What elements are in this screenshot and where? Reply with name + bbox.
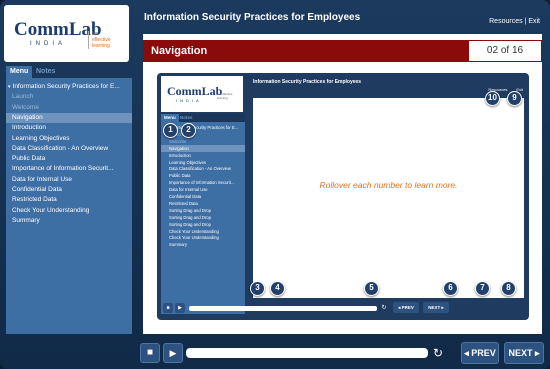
- inner-prev-button: ◂ PREV: [393, 302, 419, 313]
- tab-notes[interactable]: Notes: [32, 66, 59, 78]
- menu-item[interactable]: Introduction: [6, 123, 132, 133]
- prev-button[interactable]: ◂ PREV: [461, 342, 499, 364]
- sidebar-tabs: Menu Notes: [6, 66, 132, 78]
- inner-menu-item: Summary: [169, 242, 187, 248]
- speaker-icon[interactable]: ■: [140, 343, 160, 363]
- inner-progress-bar: [189, 306, 377, 311]
- tab-menu[interactable]: Menu: [6, 66, 33, 78]
- rollover-instruction: Rollover each number to learn more.: [319, 180, 458, 190]
- callout-8[interactable]: 8: [501, 281, 516, 296]
- callout-4[interactable]: 4: [270, 281, 285, 296]
- inner-next-button: NEXT ▸: [423, 302, 449, 313]
- logo-tagline: for effective learning: [88, 31, 128, 49]
- course-title: Information Security Practices for Emplo…: [144, 12, 361, 23]
- menu-item[interactable]: Data Classification - An Overview: [6, 144, 132, 154]
- inner-course-title: Information Security Practices for Emplo…: [253, 79, 362, 85]
- menu-item[interactable]: Welcome: [6, 103, 132, 113]
- inner-logo-sub: INDIA: [176, 98, 202, 103]
- inner-play-icon: ▶: [175, 303, 185, 313]
- next-button[interactable]: NEXT ▸: [504, 342, 544, 364]
- replay-icon[interactable]: ↻: [430, 344, 446, 362]
- inner-tabs: Menu Notes: [161, 114, 245, 122]
- exit-link[interactable]: Exit: [528, 18, 540, 25]
- menu-panel: ▾ Information Security Practices for E...…: [6, 78, 132, 334]
- menu-item[interactable]: Navigation: [6, 112, 132, 123]
- menu-item[interactable]: Confidential Data: [6, 185, 132, 195]
- menu-item[interactable]: Check Your Understanding: [6, 206, 132, 216]
- callout-3[interactable]: 3: [250, 281, 265, 296]
- app-frame: CommLab INDIA for effective learning Inf…: [0, 0, 550, 369]
- collapse-arrow-icon[interactable]: ▾: [8, 84, 11, 90]
- menu-item-label: Information Security Practices for E...: [12, 83, 120, 90]
- inner-replay-icon: ↻: [381, 305, 387, 311]
- callout-1[interactable]: 1: [163, 123, 178, 138]
- callout-7[interactable]: 7: [475, 281, 490, 296]
- link-separator: |: [524, 18, 527, 25]
- callout-2[interactable]: 2: [181, 123, 196, 138]
- menu-item[interactable]: Summary: [6, 216, 132, 226]
- progress-bar[interactable]: [186, 348, 428, 358]
- inner-logo: CommLab INDIA for effective learning: [161, 76, 243, 112]
- callout-5[interactable]: 5: [364, 281, 379, 296]
- navigation-screenshot: CommLab INDIA for effective learning Inf…: [157, 73, 529, 320]
- inner-logo-main: CommLab: [167, 84, 223, 98]
- player-controls: ■ ▶ ↻ ◂ PREV NEXT ▸: [0, 338, 550, 369]
- menu-item[interactable]: Importance of Information Securit...: [6, 164, 132, 174]
- menu-item[interactable]: ▾ Information Security Practices for E...: [6, 82, 132, 92]
- menu-item[interactable]: Data for Internal Use: [6, 175, 132, 185]
- menu-item[interactable]: Restricted Data: [6, 195, 132, 205]
- callout-9[interactable]: 9: [507, 91, 522, 106]
- menu-item[interactable]: Launch: [6, 92, 132, 102]
- top-links: Resources | Exit: [489, 18, 540, 25]
- inner-controls: ■ ▶ ↻ ◂ PREV NEXT ▸: [157, 302, 529, 316]
- inner-logo-tag: for effective learning: [217, 92, 233, 100]
- logo-sub-text: INDIA: [30, 41, 67, 47]
- commlab-logo: CommLab INDIA for effective learning: [4, 5, 129, 62]
- callout-10[interactable]: 10: [485, 91, 500, 106]
- inner-menu: Information Security Practices for E...L…: [161, 122, 245, 314]
- inner-speaker-icon: ■: [163, 303, 173, 313]
- menu-item[interactable]: Public Data: [6, 154, 132, 164]
- page-title: Navigation: [143, 40, 468, 62]
- resources-link[interactable]: Resources: [489, 18, 522, 25]
- menu-item[interactable]: Learning Objectives: [6, 134, 132, 144]
- inner-tab-notes: Notes: [180, 115, 193, 120]
- logo-tag-accent: effective learning: [92, 37, 111, 49]
- inner-content: Rollover each number to learn more.: [253, 98, 524, 298]
- page-counter: 02 of 16: [468, 40, 542, 62]
- callout-6[interactable]: 6: [443, 281, 458, 296]
- play-icon[interactable]: ▶: [163, 343, 183, 363]
